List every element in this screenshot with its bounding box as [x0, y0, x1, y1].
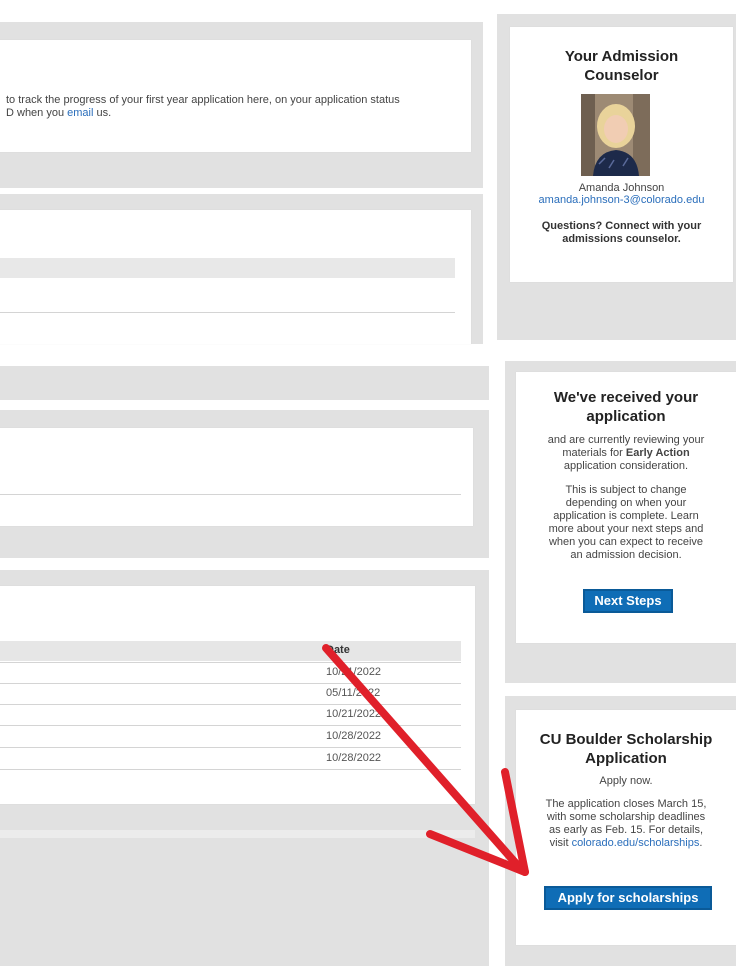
arrow-shaft	[322, 644, 524, 872]
red-arrow-annotation	[322, 644, 529, 876]
